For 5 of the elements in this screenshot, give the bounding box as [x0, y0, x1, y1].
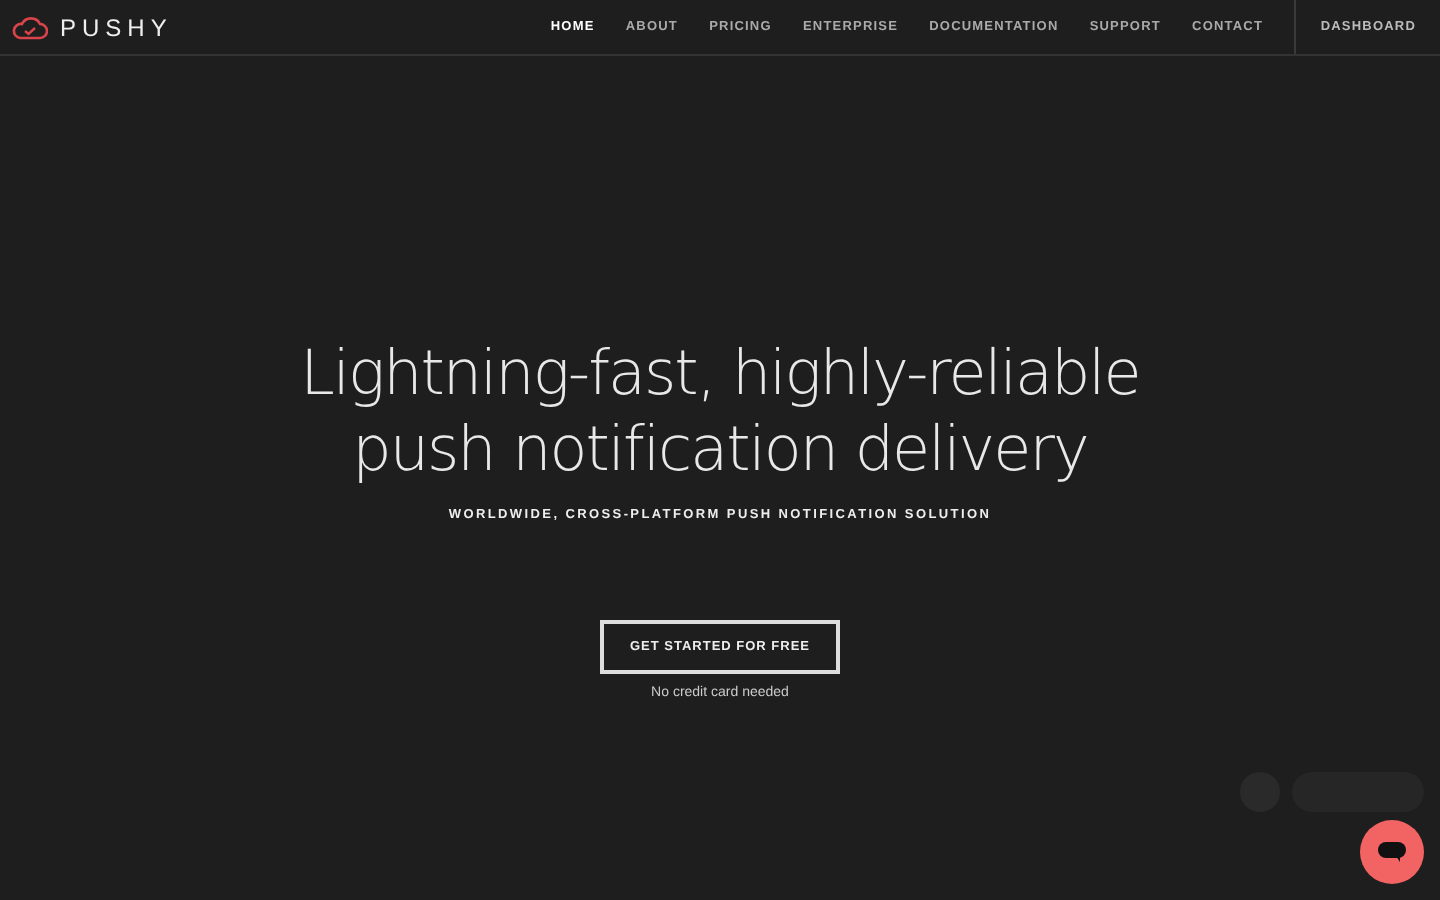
brand-name: PUSHY [60, 13, 173, 41]
headline: Lightning-fast, highly-reliable push notification delivery [300, 336, 1140, 488]
chat-button[interactable] [1360, 820, 1424, 884]
chat-icon [1378, 842, 1406, 862]
cloud-logo-icon [12, 15, 48, 39]
